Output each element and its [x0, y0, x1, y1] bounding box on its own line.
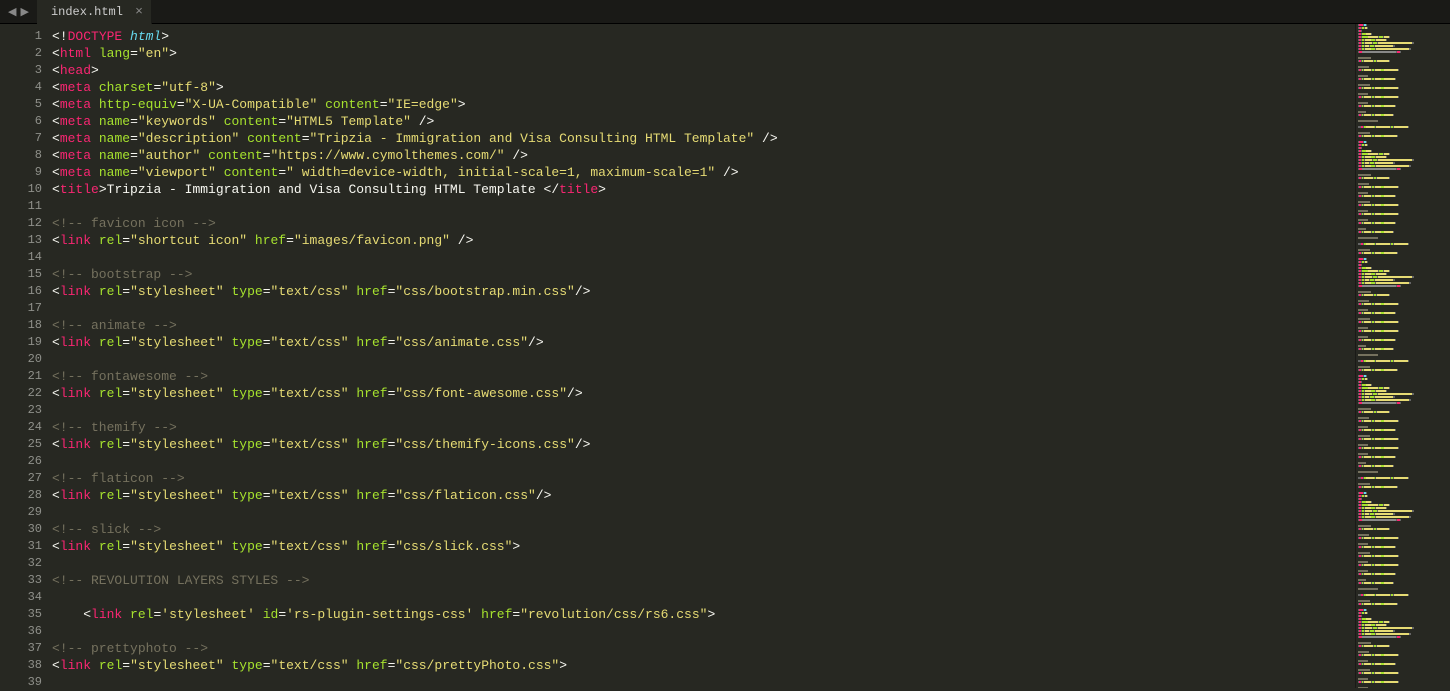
line-number: 38 — [0, 657, 42, 674]
code-line[interactable] — [52, 555, 1355, 572]
line-number: 37 — [0, 640, 42, 657]
line-number: 4 — [0, 79, 42, 96]
code-line[interactable] — [52, 198, 1355, 215]
nav-forward-icon[interactable]: ▶ — [20, 5, 28, 19]
code-line[interactable]: <meta name="keywords" content="HTML5 Tem… — [52, 113, 1355, 130]
line-number: 8 — [0, 147, 42, 164]
toolbar: ◀ ▶ index.html × — [0, 0, 1450, 24]
code-line[interactable]: <meta name="author" content="https://www… — [52, 147, 1355, 164]
nav-back-icon[interactable]: ◀ — [8, 5, 16, 19]
code-line[interactable]: <!-- animate --> — [52, 317, 1355, 334]
line-number: 10 — [0, 181, 42, 198]
line-number: 21 — [0, 368, 42, 385]
line-number: 18 — [0, 317, 42, 334]
line-number: 15 — [0, 266, 42, 283]
close-icon[interactable]: × — [135, 4, 143, 19]
code-line[interactable]: <!DOCTYPE html> — [52, 28, 1355, 45]
line-number: 32 — [0, 555, 42, 572]
line-number: 14 — [0, 249, 42, 266]
line-number: 19 — [0, 334, 42, 351]
line-number: 28 — [0, 487, 42, 504]
line-number: 17 — [0, 300, 42, 317]
code-line[interactable] — [52, 300, 1355, 317]
code-line[interactable] — [52, 504, 1355, 521]
code-line[interactable]: <link rel="stylesheet" type="text/css" h… — [52, 487, 1355, 504]
line-number: 29 — [0, 504, 42, 521]
line-number: 20 — [0, 351, 42, 368]
line-number: 27 — [0, 470, 42, 487]
code-line[interactable] — [52, 351, 1355, 368]
code-area[interactable]: <!DOCTYPE html><html lang="en"><head><me… — [52, 24, 1355, 688]
code-line[interactable]: <!-- bootstrap --> — [52, 266, 1355, 283]
code-line[interactable]: <link rel="stylesheet" type="text/css" h… — [52, 283, 1355, 300]
code-line[interactable]: <meta name="description" content="Tripzi… — [52, 130, 1355, 147]
code-line[interactable] — [52, 402, 1355, 419]
tabs: index.html × — [37, 0, 152, 24]
line-number: 2 — [0, 45, 42, 62]
code-line[interactable]: <meta charset="utf-8"> — [52, 79, 1355, 96]
line-number: 5 — [0, 96, 42, 113]
code-line[interactable]: <link rel='stylesheet' id='rs-plugin-set… — [52, 606, 1355, 623]
code-line[interactable]: <title>Tripzia - Immigration and Visa Co… — [52, 181, 1355, 198]
nav-arrows: ◀ ▶ — [0, 5, 37, 19]
line-number: 31 — [0, 538, 42, 555]
code-line[interactable]: <head> — [52, 62, 1355, 79]
line-number: 9 — [0, 164, 42, 181]
code-line[interactable] — [52, 674, 1355, 688]
code-line[interactable]: <!-- prettyphoto --> — [52, 640, 1355, 657]
line-number: 3 — [0, 62, 42, 79]
line-number: 34 — [0, 589, 42, 606]
code-line[interactable]: <!-- fontawesome --> — [52, 368, 1355, 385]
code-line[interactable]: <!-- flaticon --> — [52, 470, 1355, 487]
code-line[interactable] — [52, 453, 1355, 470]
code-line[interactable]: <!-- slick --> — [52, 521, 1355, 538]
tab-index-html[interactable]: index.html × — [37, 0, 152, 24]
line-number: 33 — [0, 572, 42, 589]
line-number: 12 — [0, 215, 42, 232]
code-line[interactable] — [52, 623, 1355, 640]
line-number: 23 — [0, 402, 42, 419]
editor: 1234567891011121314151617181920212223242… — [0, 24, 1450, 688]
line-number: 11 — [0, 198, 42, 215]
code-line[interactable] — [52, 249, 1355, 266]
code-line[interactable]: <link rel="stylesheet" type="text/css" h… — [52, 436, 1355, 453]
code-line[interactable]: <!-- REVOLUTION LAYERS STYLES --> — [52, 572, 1355, 589]
code-line[interactable]: <link rel="shortcut icon" href="images/f… — [52, 232, 1355, 249]
line-number: 1 — [0, 28, 42, 45]
code-line[interactable]: <html lang="en"> — [52, 45, 1355, 62]
line-number: 6 — [0, 113, 42, 130]
code-line[interactable]: <link rel="stylesheet" type="text/css" h… — [52, 334, 1355, 351]
line-number: 35 — [0, 606, 42, 623]
code-line[interactable] — [52, 589, 1355, 606]
line-number: 13 — [0, 232, 42, 249]
code-line[interactable]: <!-- favicon icon --> — [52, 215, 1355, 232]
line-number: 36 — [0, 623, 42, 640]
code-line[interactable]: <!-- themify --> — [52, 419, 1355, 436]
minimap[interactable] — [1355, 24, 1450, 688]
code-line[interactable]: <link rel="stylesheet" type="text/css" h… — [52, 657, 1355, 674]
line-number: 25 — [0, 436, 42, 453]
line-number-gutter: 1234567891011121314151617181920212223242… — [0, 24, 52, 688]
code-line[interactable]: <meta http-equiv="X-UA-Compatible" conte… — [52, 96, 1355, 113]
code-line[interactable]: <link rel="stylesheet" type="text/css" h… — [52, 385, 1355, 402]
code-line[interactable]: <meta name="viewport" content=" width=de… — [52, 164, 1355, 181]
line-number: 30 — [0, 521, 42, 538]
line-number: 22 — [0, 385, 42, 402]
line-number: 26 — [0, 453, 42, 470]
line-number: 7 — [0, 130, 42, 147]
line-number: 24 — [0, 419, 42, 436]
line-number: 39 — [0, 674, 42, 691]
line-number: 16 — [0, 283, 42, 300]
tab-title: index.html — [51, 5, 123, 19]
code-line[interactable]: <link rel="stylesheet" type="text/css" h… — [52, 538, 1355, 555]
